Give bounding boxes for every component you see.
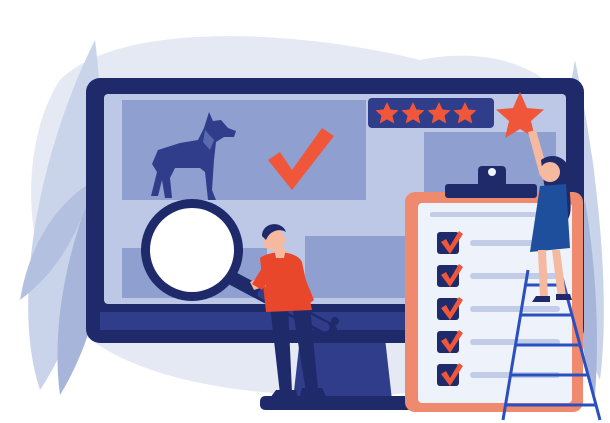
checklist-line	[470, 306, 560, 312]
man-shoe	[300, 388, 326, 396]
clipboard-header-line	[430, 212, 550, 217]
monitor-base	[260, 396, 425, 410]
woman-shoe	[556, 294, 572, 300]
illustration-canvas	[20, 36, 604, 421]
illustration-scene	[0, 0, 610, 423]
woman-head	[540, 162, 560, 182]
clipboard-clip-hole	[488, 168, 496, 176]
magnifier-lens	[150, 208, 234, 292]
